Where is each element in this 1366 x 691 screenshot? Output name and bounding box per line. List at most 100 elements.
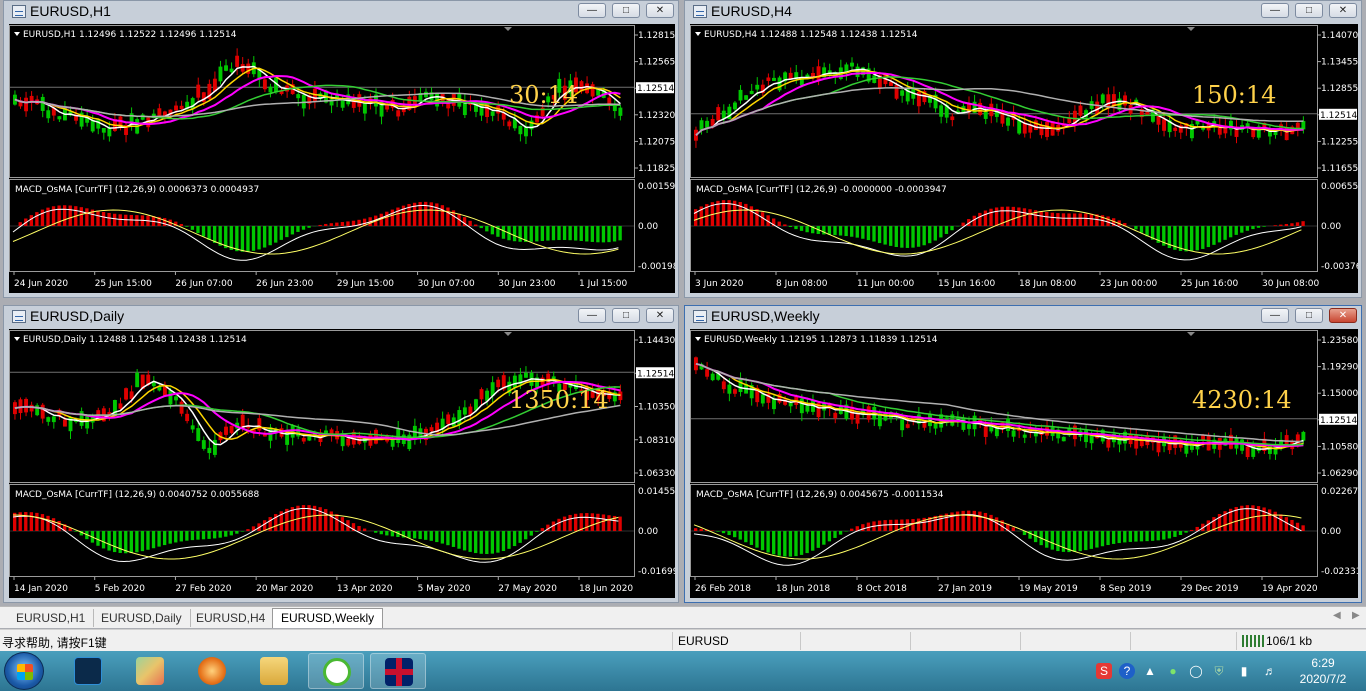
macd-histogram-bar	[607, 515, 611, 531]
candle-body	[727, 384, 732, 394]
macd-histogram-bar	[805, 226, 809, 233]
candle-body	[1123, 95, 1128, 106]
macd-histogram-bar	[1134, 226, 1138, 230]
taskbar-photoshop[interactable]	[60, 653, 116, 689]
macd-histogram-bar	[794, 531, 798, 557]
candle-body	[733, 389, 737, 394]
macd-histogram-bar	[1279, 224, 1283, 226]
candle-body	[90, 120, 95, 132]
macd-histogram-bar	[922, 226, 926, 246]
minimize-button[interactable]: —	[1261, 3, 1289, 18]
wechat-tray-icon[interactable]: ●	[1165, 663, 1181, 679]
chart-canvas[interactable]: EURUSD,Daily 1.12488 1.12548 1.12438 1.1…	[9, 329, 675, 598]
macd-scale-label: 0.0065585	[1321, 182, 1358, 192]
macd-histogram-bar	[335, 514, 339, 531]
chart-ohlc-info: EURUSD,Daily 1.12488 1.12548 1.12438 1.1…	[23, 335, 247, 345]
macd-histogram-bar	[1301, 221, 1305, 226]
chart-canvas[interactable]: EURUSD,Weekly 1.12195 1.12873 1.11839 1.…	[690, 329, 1358, 598]
chart-window-h1[interactable]: EURUSD,H1 — □ ✕ EURUSD,H1 1.12496 1.1252…	[3, 0, 679, 298]
price-scale-label: 1.14070	[1321, 31, 1358, 41]
macd-histogram-bar	[35, 212, 39, 226]
macd-histogram-bar	[46, 515, 50, 531]
network-signal-icon[interactable]: ▮	[1236, 663, 1252, 679]
maximize-button[interactable]: □	[612, 3, 640, 18]
macd-histogram-bar	[340, 517, 345, 531]
macd-histogram-bar	[512, 531, 517, 547]
macd-histogram-bar	[229, 531, 233, 536]
maximize-button[interactable]: □	[612, 308, 640, 323]
tab-eurusd-h4[interactable]: EURUSD,H4	[188, 609, 275, 627]
close-button[interactable]: ✕	[646, 3, 674, 18]
candle-body	[811, 73, 815, 77]
candle-body	[850, 62, 854, 67]
terminal-app: EURUSD,H1 — □ ✕ EURUSD,H1 1.12496 1.1252…	[0, 0, 1366, 691]
security-shield-icon[interactable]: ⛨	[1211, 663, 1227, 679]
candle-body	[1084, 430, 1088, 443]
macd-histogram-bar	[96, 210, 100, 226]
time-axis-label: 18 Jun 08:00	[1019, 279, 1076, 289]
price-scale-label: 1.12320	[638, 111, 675, 121]
minimize-button[interactable]: —	[1261, 308, 1289, 323]
taskbar-wechat[interactable]	[308, 653, 364, 689]
chart-window-daily[interactable]: EURUSD,Daily — □ ✕ EURUSD,Daily 1.12488 …	[3, 305, 679, 603]
chart-canvas[interactable]: EURUSD,H1 1.12496 1.12522 1.12496 1.1251…	[9, 24, 675, 293]
system-clock[interactable]: 6:29 2020/7/2	[1292, 655, 1354, 687]
minimize-button[interactable]: —	[578, 3, 606, 18]
macd-histogram-bar	[1150, 531, 1155, 541]
taskbar-browser[interactable]	[184, 653, 240, 689]
sogou-ime-icon[interactable]: S	[1096, 663, 1112, 679]
maximize-button[interactable]: □	[1295, 308, 1323, 323]
close-button[interactable]: ✕	[1329, 308, 1357, 323]
taskbar-file-explorer[interactable]	[246, 653, 302, 689]
macd-scale-label: -0.016995	[638, 567, 675, 577]
macd-histogram-bar	[783, 224, 787, 226]
macd-histogram-bar	[218, 531, 222, 538]
volume-icon[interactable]: ♬	[1262, 663, 1278, 679]
macd-histogram-bar	[535, 531, 539, 532]
candle-body	[101, 127, 106, 133]
tab-scroll-left-icon[interactable]: ◀	[1333, 610, 1341, 621]
start-menu-button[interactable]	[4, 652, 44, 690]
taskbar-trading-terminal[interactable]	[370, 653, 426, 689]
macd-histogram-bar	[68, 205, 72, 226]
window-titlebar[interactable]: EURUSD,Weekly — □ ✕	[685, 306, 1361, 328]
taskbar-maps-app[interactable]	[122, 653, 178, 689]
macd-histogram-bar	[755, 531, 759, 548]
close-button[interactable]: ✕	[646, 308, 674, 323]
qq-tray-icon[interactable]: ◯	[1188, 663, 1204, 679]
minimize-button[interactable]: —	[578, 308, 606, 323]
close-button[interactable]: ✕	[1329, 3, 1357, 18]
candle-body	[235, 55, 240, 67]
time-axis-label: 8 Sep 2019	[1100, 584, 1152, 594]
window-titlebar[interactable]: EURUSD,H1 — □ ✕	[4, 1, 678, 23]
macd-histogram-bar	[157, 531, 161, 547]
candle-body	[46, 110, 51, 119]
macd-histogram-bar	[1106, 531, 1110, 546]
tab-scroll-right-icon[interactable]: ▶	[1352, 610, 1360, 621]
candle-body	[185, 413, 190, 422]
macd-histogram-bar	[529, 531, 533, 536]
macd-histogram-bar	[540, 226, 545, 241]
window-titlebar[interactable]: EURUSD,Daily — □ ✕	[4, 306, 678, 328]
chart-canvas[interactable]: EURUSD,H4 1.12488 1.12548 1.12438 1.1251…	[690, 24, 1358, 293]
tab-eurusd-daily[interactable]: EURUSD,Daily	[93, 609, 191, 627]
candle-body	[590, 84, 595, 97]
chart-window-h4[interactable]: EURUSD,H4 — □ ✕ EURUSD,H4 1.12488 1.1254…	[684, 0, 1362, 298]
candle-body	[85, 416, 90, 429]
candle-body	[1162, 119, 1167, 131]
help-icon[interactable]: ?	[1119, 663, 1135, 679]
tray-expand-icon[interactable]: ▲	[1142, 663, 1158, 679]
chart-window-weekly[interactable]: EURUSD,Weekly — □ ✕ EURUSD,Weekly 1.1219…	[684, 305, 1362, 603]
macd-histogram-bar	[279, 226, 283, 240]
macd-histogram-bar	[961, 222, 965, 226]
tab-eurusd-h1[interactable]: EURUSD,H1	[8, 609, 95, 627]
macd-histogram-bar	[29, 512, 33, 531]
macd-histogram-bar	[955, 511, 960, 531]
macd-scale-label: 0.0226795	[1321, 487, 1358, 497]
maximize-button[interactable]: □	[1295, 3, 1323, 18]
window-titlebar[interactable]: EURUSD,H4 — □ ✕	[685, 1, 1361, 23]
macd-histogram-bar	[883, 520, 887, 531]
tab-eurusd-weekly[interactable]: EURUSD,Weekly	[272, 608, 384, 628]
macd-histogram-bar	[535, 226, 539, 242]
candle-body	[446, 414, 451, 424]
